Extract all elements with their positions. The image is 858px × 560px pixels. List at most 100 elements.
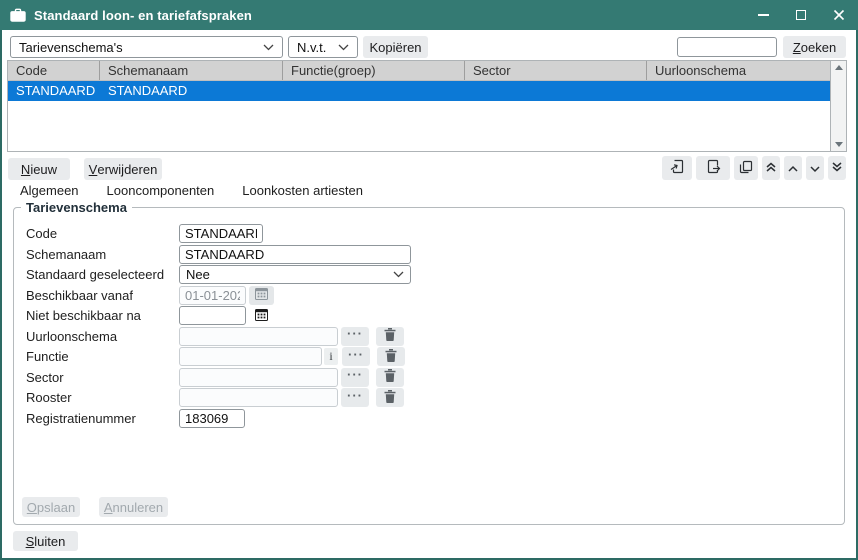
- filter-value: N.v.t.: [297, 40, 326, 55]
- functie-lookup-button[interactable]: ···: [342, 347, 370, 366]
- results-table: Code Schemanaam Functie(groep) Sector Uu…: [7, 60, 847, 152]
- functie-clear-button[interactable]: [377, 347, 405, 366]
- save-button[interactable]: Opslaan: [22, 497, 80, 517]
- trash-icon: [384, 390, 396, 406]
- beschikbaar-vanaf-calendar-button: [249, 286, 274, 305]
- close-button[interactable]: Sluiten: [13, 531, 78, 551]
- delete-button[interactable]: Verwijderen: [84, 158, 162, 180]
- form-row-standaard-geselecteerd: Standaard geselecteerd Nee: [26, 265, 844, 284]
- scroll-down-icon[interactable]: [835, 142, 843, 147]
- ellipsis-icon: ···: [347, 370, 363, 384]
- chevron-down-icon: [263, 44, 274, 51]
- standaard-geselecteerd-dropdown[interactable]: Nee: [179, 265, 411, 284]
- move-down-button[interactable]: [806, 156, 824, 180]
- rooster-clear-button[interactable]: [376, 388, 404, 407]
- uurloonschema-lookup-button[interactable]: ···: [341, 327, 369, 346]
- rooster-label: Rooster: [26, 390, 179, 405]
- panel-legend: Tarievenschema: [21, 200, 132, 215]
- dialog-window: Standaard loon- en tariefafspraken Tarie…: [0, 0, 858, 560]
- vertical-scrollbar[interactable]: [830, 61, 846, 151]
- new-button[interactable]: Nieuw: [8, 158, 70, 180]
- window-title: Standaard loon- en tariefafspraken: [34, 8, 252, 23]
- minimize-button[interactable]: [756, 8, 770, 22]
- copy-button[interactable]: Kopiëren: [363, 36, 428, 58]
- export-icon: [706, 159, 721, 177]
- schema-type-value: Tarievenschema's: [19, 40, 123, 55]
- cell-functiegroep: [283, 81, 465, 101]
- column-header-schemanaam[interactable]: Schemanaam: [100, 61, 283, 80]
- form-row-code: Code: [26, 224, 844, 243]
- column-header-code[interactable]: Code: [8, 61, 100, 80]
- trash-icon: [384, 369, 396, 385]
- toolbar: Tarievenschema's N.v.t. Kopiëren Zoeken: [0, 36, 858, 58]
- functie-info-button[interactable]: i: [324, 348, 338, 365]
- tab-loonkosten-artiesten[interactable]: Loonkosten artiesten: [242, 183, 363, 198]
- standaard-geselecteerd-value: Nee: [186, 267, 210, 282]
- trash-icon: [385, 349, 397, 365]
- beschikbaar-vanaf-label: Beschikbaar vanaf: [26, 288, 179, 303]
- functie-label: Functie: [26, 349, 179, 364]
- cancel-button[interactable]: Annuleren: [99, 497, 168, 517]
- column-header-uurloonschema[interactable]: Uurloonschema: [647, 61, 830, 80]
- duplicate-button[interactable]: [734, 156, 758, 180]
- double-chevron-down-icon: [831, 161, 843, 176]
- form-row-schemanaam: Schemanaam: [26, 245, 844, 264]
- import-button[interactable]: [662, 156, 692, 180]
- tab-algemeen[interactable]: Algemeen: [20, 183, 79, 198]
- copy-icon: [739, 160, 753, 177]
- code-label: Code: [26, 226, 179, 241]
- trash-icon: [384, 328, 396, 344]
- move-bottom-button[interactable]: [828, 156, 846, 180]
- registratienummer-label: Registratienummer: [26, 411, 179, 426]
- schemanaam-label: Schemanaam: [26, 247, 179, 262]
- move-top-button[interactable]: [762, 156, 780, 180]
- cell-schemanaam: STANDAARD: [100, 81, 283, 101]
- move-up-button[interactable]: [784, 156, 802, 180]
- double-chevron-up-icon: [765, 161, 777, 176]
- code-field[interactable]: [179, 224, 263, 243]
- search-button[interactable]: Zoeken: [783, 36, 846, 58]
- rooster-lookup-button[interactable]: ···: [341, 388, 369, 407]
- column-header-sector[interactable]: Sector: [465, 61, 647, 80]
- form-row-functie: Functie i ···: [26, 347, 844, 366]
- registratienummer-field[interactable]: [179, 409, 245, 428]
- table-row[interactable]: STANDAARD STANDAARD: [8, 81, 830, 101]
- briefcase-icon: [10, 8, 26, 22]
- cell-code: STANDAARD: [8, 81, 100, 101]
- uurloonschema-clear-button[interactable]: [376, 327, 404, 346]
- cell-sector: [465, 81, 647, 101]
- rooster-field: [179, 388, 338, 407]
- close-icon[interactable]: [832, 8, 846, 22]
- search-input[interactable]: [677, 37, 777, 57]
- column-header-functiegroep[interactable]: Functie(groep): [283, 61, 465, 80]
- form-row-registratienummer: Registratienummer: [26, 409, 844, 428]
- cell-uurloonschema: [647, 81, 830, 101]
- chevron-up-icon: [787, 161, 799, 176]
- maximize-button[interactable]: [794, 8, 808, 22]
- export-button[interactable]: [696, 156, 730, 180]
- calendar-icon: [255, 308, 268, 324]
- table-header: Code Schemanaam Functie(groep) Sector Uu…: [8, 61, 830, 81]
- import-icon: [670, 159, 685, 177]
- form-row-niet-beschikbaar-na: Niet beschikbaar na: [26, 306, 844, 325]
- filter-dropdown[interactable]: N.v.t.: [288, 36, 358, 58]
- schema-type-dropdown[interactable]: Tarievenschema's: [10, 36, 283, 58]
- scroll-up-icon[interactable]: [835, 65, 843, 70]
- form-row-uurloonschema: Uurloonschema ···: [26, 327, 844, 346]
- ellipsis-icon: ···: [347, 391, 363, 405]
- standaard-geselecteerd-label: Standaard geselecteerd: [26, 267, 179, 282]
- sector-lookup-button[interactable]: ···: [341, 368, 369, 387]
- niet-beschikbaar-na-calendar-button[interactable]: [249, 306, 274, 325]
- sector-clear-button[interactable]: [376, 368, 404, 387]
- chevron-down-icon: [338, 44, 349, 51]
- chevron-down-icon: [393, 271, 404, 278]
- tab-bar: Algemeen Looncomponenten Loonkosten arti…: [20, 183, 363, 198]
- chevron-down-icon: [809, 161, 821, 176]
- form-row-rooster: Rooster ···: [26, 388, 844, 407]
- schemanaam-field[interactable]: [179, 245, 411, 264]
- tarievenschema-panel: Tarievenschema Code Schemanaam Standaard…: [13, 200, 845, 525]
- tab-looncomponenten[interactable]: Looncomponenten: [107, 183, 215, 198]
- calendar-icon: [255, 287, 268, 303]
- niet-beschikbaar-na-field[interactable]: [179, 306, 246, 325]
- uurloonschema-label: Uurloonschema: [26, 329, 179, 344]
